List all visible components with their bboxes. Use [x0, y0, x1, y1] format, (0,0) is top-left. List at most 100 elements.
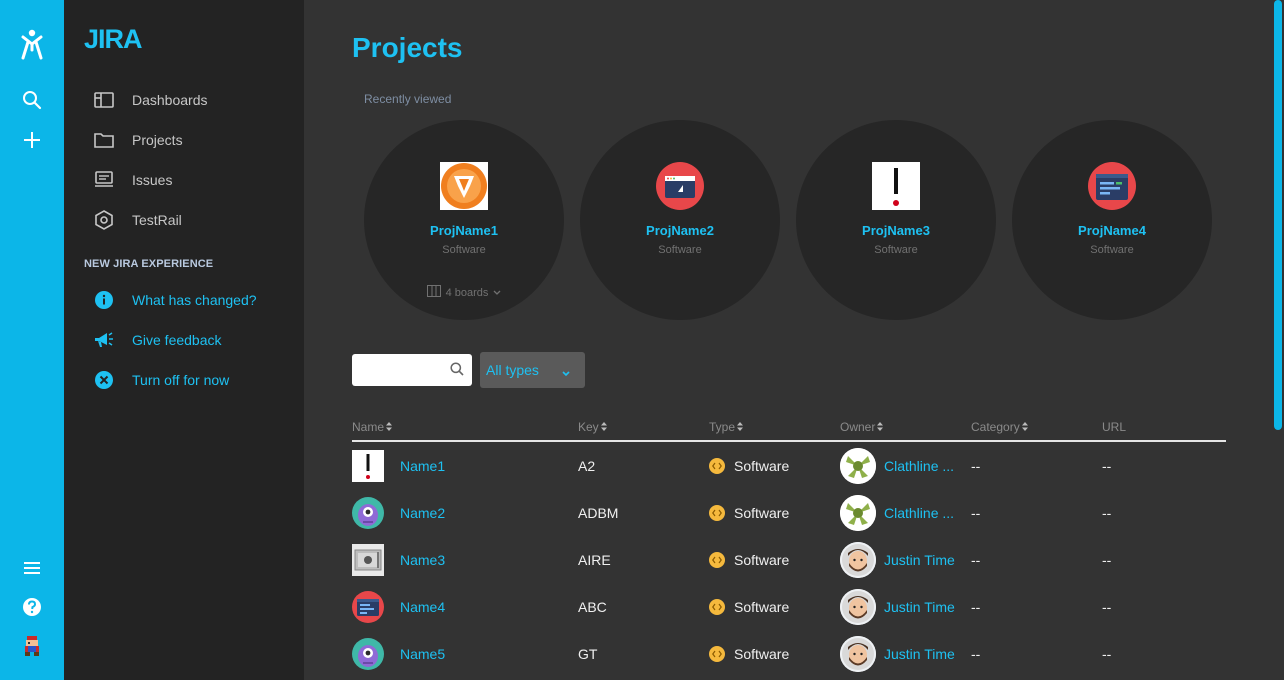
jira-wordmark[interactable]: JIRA	[84, 24, 143, 55]
create-icon[interactable]	[0, 128, 64, 152]
project-key: AIRE	[578, 551, 611, 568]
scrollbar-thumb[interactable]	[1274, 0, 1282, 430]
help-icon[interactable]	[0, 596, 64, 618]
sort-icon	[737, 420, 744, 434]
project-type: Software	[442, 244, 486, 256]
project-avatar-icon	[352, 590, 384, 623]
software-type-icon	[709, 457, 725, 474]
column-label: Name	[352, 420, 385, 434]
sidebar-item-label: Issues	[132, 172, 173, 188]
project-avatar-icon	[352, 543, 384, 576]
folder-icon	[92, 130, 116, 150]
recent-project-card[interactable]: ProjName4 Software	[1012, 120, 1212, 320]
recent-project-card[interactable]: ProjName3 Software	[796, 120, 996, 320]
sidebar-item-dashboards[interactable]: Dashboards	[92, 88, 208, 112]
sidebar-item-testrail[interactable]: TestRail	[92, 208, 182, 232]
software-type-icon	[709, 551, 725, 568]
owner-name-link[interactable]: Justin Time	[884, 599, 955, 615]
type-filter-select[interactable]: All types	[480, 352, 585, 388]
project-name-link[interactable]: Name3	[400, 552, 445, 568]
project-name-link[interactable]: Name1	[400, 458, 445, 474]
sidebar-item-turn-off[interactable]: Turn off for now	[92, 368, 229, 392]
table-row: Name1 A2 Software Clathline ... -- --	[352, 442, 1226, 489]
project-name-link[interactable]: ProjName3	[796, 223, 996, 238]
vertical-scrollbar[interactable]	[1272, 0, 1284, 680]
sidebar-item-label: Dashboards	[132, 92, 208, 108]
column-label: Category	[971, 420, 1020, 434]
owner-avatar	[840, 635, 876, 672]
project-avatar-icon	[656, 162, 704, 210]
board-icon	[426, 285, 441, 300]
owner-name-link[interactable]: Justin Time	[884, 646, 955, 662]
sidebar-item-what-changed[interactable]: What has changed?	[92, 288, 257, 312]
project-name-link[interactable]: ProjName4	[1012, 223, 1212, 238]
boards-count: 4 boards	[445, 286, 489, 299]
sidebar-item-projects[interactable]: Projects	[92, 128, 183, 152]
project-name-link[interactable]: ProjName2	[580, 223, 780, 238]
search-icon[interactable]	[450, 362, 464, 381]
column-header-name[interactable]: Name	[352, 420, 393, 434]
project-category: --	[971, 504, 981, 521]
column-header-key[interactable]: Key	[578, 420, 607, 434]
project-url: --	[1102, 551, 1112, 568]
column-header-type[interactable]: Type	[709, 420, 744, 434]
search-input[interactable]	[358, 354, 446, 384]
owner-name-link[interactable]: Clathline ...	[884, 458, 954, 474]
project-url: --	[1102, 504, 1112, 521]
project-type: Software	[734, 504, 790, 521]
close-icon	[92, 370, 116, 390]
menu-icon[interactable]	[0, 558, 64, 578]
column-label: URL	[1102, 420, 1127, 434]
project-avatar-icon	[1088, 162, 1136, 210]
project-name-link[interactable]: Name2	[400, 505, 445, 521]
project-url: --	[1102, 457, 1112, 474]
sidebar-item-label: What has changed?	[132, 292, 257, 308]
column-header-category[interactable]: Category	[971, 420, 1028, 434]
sidebar-item-issues[interactable]: Issues	[92, 168, 172, 192]
dashboard-icon	[92, 90, 116, 110]
owner-avatar	[840, 588, 876, 625]
project-category: --	[971, 598, 981, 615]
project-avatar-icon	[872, 162, 920, 210]
project-type: Software	[734, 598, 790, 615]
project-name-link[interactable]: Name5	[400, 646, 445, 662]
boards-dropdown[interactable]: 4 boards	[364, 285, 564, 300]
project-key: A2	[578, 457, 596, 474]
megaphone-icon	[92, 330, 116, 350]
owner-name-link[interactable]: Clathline ...	[884, 505, 954, 521]
sort-icon	[386, 420, 393, 434]
owner-avatar	[840, 494, 876, 531]
page-title: Projects	[352, 32, 463, 63]
project-key: GT	[578, 645, 598, 662]
global-nav-rail	[0, 0, 64, 680]
search-icon[interactable]	[0, 88, 64, 112]
column-label: Type	[709, 420, 736, 434]
type-filter-value: All types	[486, 362, 539, 378]
sort-icon	[600, 420, 607, 434]
column-label: Owner	[840, 420, 876, 434]
chevron-down-icon	[493, 287, 501, 299]
project-sidebar: JIRA Dashboards Projects Issues TestRail…	[64, 0, 304, 680]
user-avatar[interactable]	[0, 634, 64, 658]
software-type-icon	[709, 504, 725, 521]
software-type-icon	[709, 645, 725, 662]
sidebar-item-give-feedback[interactable]: Give feedback	[92, 328, 222, 352]
project-name-link[interactable]: ProjName1	[364, 223, 564, 238]
sidebar-item-label: TestRail	[132, 212, 182, 228]
sort-icon	[1021, 420, 1028, 434]
column-header-url: URL	[1102, 420, 1126, 434]
table-row: Name2 ADBM Software Clathline ... -- --	[352, 489, 1226, 536]
recent-project-card[interactable]: ProjName1 Software 4 boards	[364, 120, 564, 320]
chevron-down-icon	[561, 365, 571, 383]
section-heading: NEW JIRA EXPERIENCE	[84, 258, 214, 270]
owner-name-link[interactable]: Justin Time	[884, 552, 955, 568]
recent-project-card[interactable]: ProjName2 Software	[580, 120, 780, 320]
project-type: Software	[874, 244, 918, 256]
column-label: Key	[578, 420, 599, 434]
main-content: Projects Recently viewed ProjName1 Softw…	[304, 0, 1272, 680]
column-header-owner[interactable]: Owner	[840, 420, 884, 434]
project-name-link[interactable]: Name4	[400, 599, 445, 615]
sidebar-item-label: Projects	[132, 132, 183, 148]
jira-logo-icon[interactable]	[0, 28, 64, 60]
recently-viewed-label: Recently viewed	[364, 92, 452, 106]
